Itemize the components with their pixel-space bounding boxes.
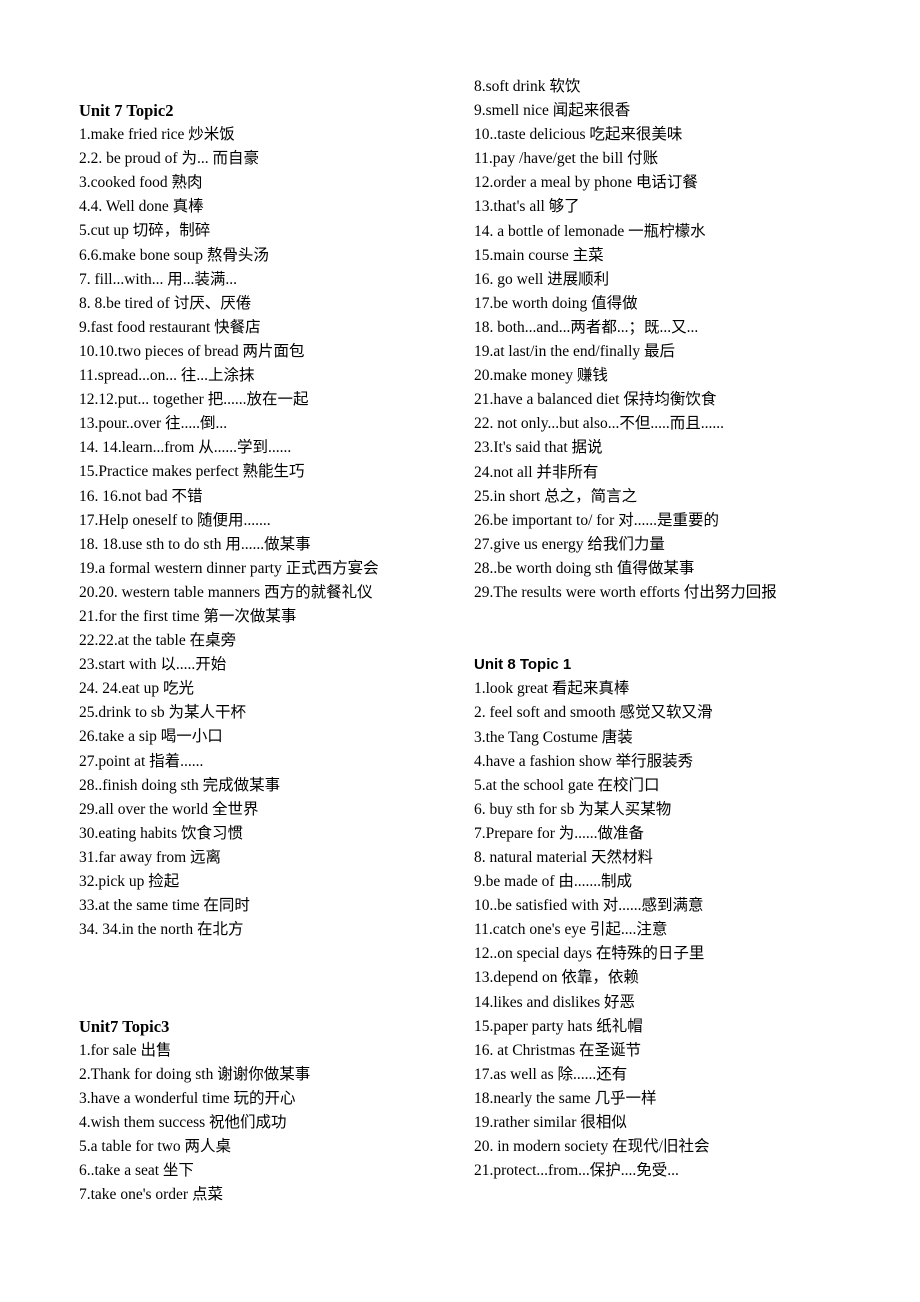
phrase-item: 15.Practice makes perfect 熟能生巧: [79, 463, 305, 481]
phrase-item: 23.start with 以.....开始: [79, 656, 227, 674]
phrase-item: 6. buy sth for sb 为某人买某物: [474, 800, 672, 818]
phrase-item: 10..be satisfied with 对......感到满意: [474, 897, 704, 915]
phrase-item: 29.all over the world 全世界: [79, 800, 259, 818]
phrase-item: 26.be important to/ for 对......是重要的: [474, 511, 719, 529]
phrase-item: 13.that's all 够了: [474, 198, 580, 216]
phrase-item: 16. at Christmas 在圣诞节: [474, 1041, 642, 1059]
phrase-item: 24. 24.eat up 吃光: [79, 680, 194, 698]
phrase-item: 1.make fried rice 炒米饭: [79, 126, 235, 144]
phrase-item: 21.for the first time 第一次做某事: [79, 607, 297, 625]
phrase-item: 28..be worth doing sth 值得做某事: [474, 559, 695, 577]
phrase-item: 18. 18.use sth to do sth 用......做某事: [79, 535, 311, 553]
phrase-item: 8.soft drink 软饮: [474, 78, 581, 95]
phrase-item: 33.at the same time 在同时: [79, 897, 250, 915]
phrase-item: 3.have a wonderful time 玩的开心: [79, 1089, 296, 1107]
section-title-unit7-topic2: Unit 7 Topic2: [79, 101, 174, 120]
phrase-item: 9.be made of 由.......制成: [474, 873, 632, 891]
phrase-item: 9.smell nice 闻起来很香: [474, 102, 631, 120]
phrase-list-unit8-topic1: 1.look great 看起来真棒 2. feel soft and smoot…: [474, 677, 894, 1183]
phrase-item: 23.It's said that 据说: [474, 439, 603, 457]
phrase-item: 18.nearly the same 几乎一样: [474, 1089, 657, 1107]
phrase-item: 8. natural material 天然材料: [474, 849, 654, 866]
section-title-unit7-topic3: Unit7 Topic3: [79, 1016, 170, 1036]
phrase-item: 4.4. Well done 真棒: [79, 198, 204, 216]
phrase-item: 29.The results were worth efforts 付出努力回报: [474, 583, 777, 601]
phrase-item: 14. a bottle of lemonade 一瓶柠檬水: [474, 222, 706, 240]
phrase-item: 14.likes and dislikes 好恶: [474, 993, 636, 1011]
phrase-item: 34. 34.in the north 在北方: [79, 921, 244, 939]
phrase-item: 14. 14.learn...from 从......学到......: [79, 439, 292, 457]
phrase-item: 20.20. western table manners 西方的就餐礼仪: [79, 583, 373, 601]
phrase-item: 17.Help oneself to 随便用.......: [79, 511, 271, 529]
phrase-item: 12..on special days 在特殊的日子里: [474, 945, 705, 963]
phrase-item: 19.at last/in the end/finally 最后: [474, 343, 676, 361]
phrase-item: 31.far away from 远离: [79, 848, 222, 866]
phrase-item: 1.for sale 出售: [79, 1041, 172, 1059]
phrase-item: 10.10.two pieces of bread 两片面包: [79, 342, 305, 360]
phrase-item: 2.Thank for doing sth 谢谢你做某事: [79, 1065, 311, 1083]
phrase-item: 4.have a fashion show 举行服装秀: [474, 752, 694, 770]
phrase-item: 18. both...and...两者都...；既...又...: [474, 318, 699, 336]
phrase-item: 27.give us energy 给我们力量: [474, 535, 665, 553]
phrase-item: 5.a table for two 两人桌: [79, 1138, 231, 1156]
section-title-unit8-topic1: Unit 8 Topic 1: [474, 656, 572, 674]
phrase-item: 15.main course 主菜: [474, 246, 604, 264]
phrase-list-unit7-topic3-continued: 8.soft drink 软饮 9.smell nice 闻起来很香 10..tas…: [474, 75, 894, 605]
phrase-item: 12.12.put... together 把......放在一起: [79, 391, 309, 409]
phrase-item: 20.make money 赚钱: [474, 367, 608, 385]
phrase-item: 12.order a meal by phone 电话订餐: [474, 174, 698, 192]
phrase-item: 13.depend on 依靠，依赖: [474, 969, 639, 987]
phrase-item: 16. 16.not bad 不错: [79, 487, 203, 505]
phrase-item: 15.paper party hats 纸礼帽: [474, 1017, 643, 1035]
phrase-item: 20. in modern society 在现代/旧社会: [474, 1138, 710, 1156]
phrase-item: 17.as well as 除......还有: [474, 1065, 628, 1083]
phrase-item: 17.be worth doing 值得做: [474, 294, 638, 312]
phrase-item: 24.not all 并非所有: [474, 463, 599, 481]
phrase-item: 21.have a balanced diet 保持均衡饮食: [474, 391, 717, 409]
phrase-item: 6..take a seat 坐下: [79, 1162, 194, 1180]
phrase-item: 7. fill...with... 用...装满...: [79, 270, 238, 288]
phrase-item: 25.drink to sb 为某人干杯: [79, 704, 247, 722]
phrase-item: 7.take one's order 点菜: [79, 1186, 223, 1204]
phrase-item: 30.eating habits 饮食习惯: [79, 824, 244, 842]
phrase-item: 27.point at 指着......: [79, 752, 204, 770]
phrase-item: 21.protect...from...保护....免受...: [474, 1162, 679, 1180]
phrase-item: 22.22.at the table 在桌旁: [79, 632, 237, 650]
phrase-item: 32.pick up 捡起: [79, 873, 180, 890]
phrase-item: 5.cut up 切碎，制碎: [79, 222, 211, 240]
phrase-item: 7.Prepare for 为......做准备: [474, 824, 645, 842]
phrase-item: 22. not only...but also...不但.....而且.....…: [474, 415, 725, 433]
phrase-item: 6.6.make bone soup 熬骨头汤: [79, 246, 269, 264]
phrase-item: 11.pay /have/get the bill 付账: [474, 150, 659, 168]
phrase-item: 1.look great 看起来真棒: [474, 680, 630, 698]
phrase-item: 9.fast food restaurant 快餐店: [79, 318, 261, 336]
phrase-item: 8. 8.be tired of 讨厌、厌倦: [79, 294, 252, 312]
phrase-item: 5.at the school gate 在校门口: [474, 776, 660, 794]
phrase-list-unit7-topic3: 1.for sale 出售 2.Thank for doing sth 谢谢你做某…: [79, 1039, 459, 1208]
phrase-item: 2.2. be proud of 为... 而自豪: [79, 150, 259, 168]
right-column: 8.soft drink 软饮 9.smell nice 闻起来很香 10..tas…: [474, 75, 894, 1183]
phrase-item: 28..finish doing sth 完成做某事: [79, 776, 281, 794]
left-column: Unit 7 Topic2 1.make fried rice 炒米饭 2.2. …: [79, 99, 459, 1207]
phrase-item: 11.spread...on... 往...上涂抹: [79, 367, 255, 385]
phrase-item: 25.in short 总之，简言之: [474, 487, 638, 505]
phrase-item: 3.cooked food 熟肉: [79, 174, 203, 192]
phrase-item: 26.take a sip 喝一小口: [79, 728, 223, 746]
phrase-item: 11.catch one's eye 引起....注意: [474, 921, 668, 939]
phrase-item: 3.the Tang Costume 唐装: [474, 728, 633, 746]
phrase-item: 4.wish them success 祝他们成功: [79, 1113, 287, 1131]
phrase-item: 10..taste delicious 吃起来很美味: [474, 126, 683, 144]
phrase-item: 19.rather similar 很相似: [474, 1114, 627, 1132]
phrase-item: 2. feel soft and smooth 感觉又软又滑: [474, 704, 713, 722]
phrase-item: 19.a formal western dinner party 正式西方宴会: [79, 559, 379, 577]
phrase-item: 13.pour..over 往.....倒...: [79, 415, 228, 433]
phrase-item: 16. go well 进展顺利: [474, 270, 610, 288]
phrase-list-unit7-topic2: 1.make fried rice 炒米饭 2.2. be proud of 为.…: [79, 123, 459, 942]
